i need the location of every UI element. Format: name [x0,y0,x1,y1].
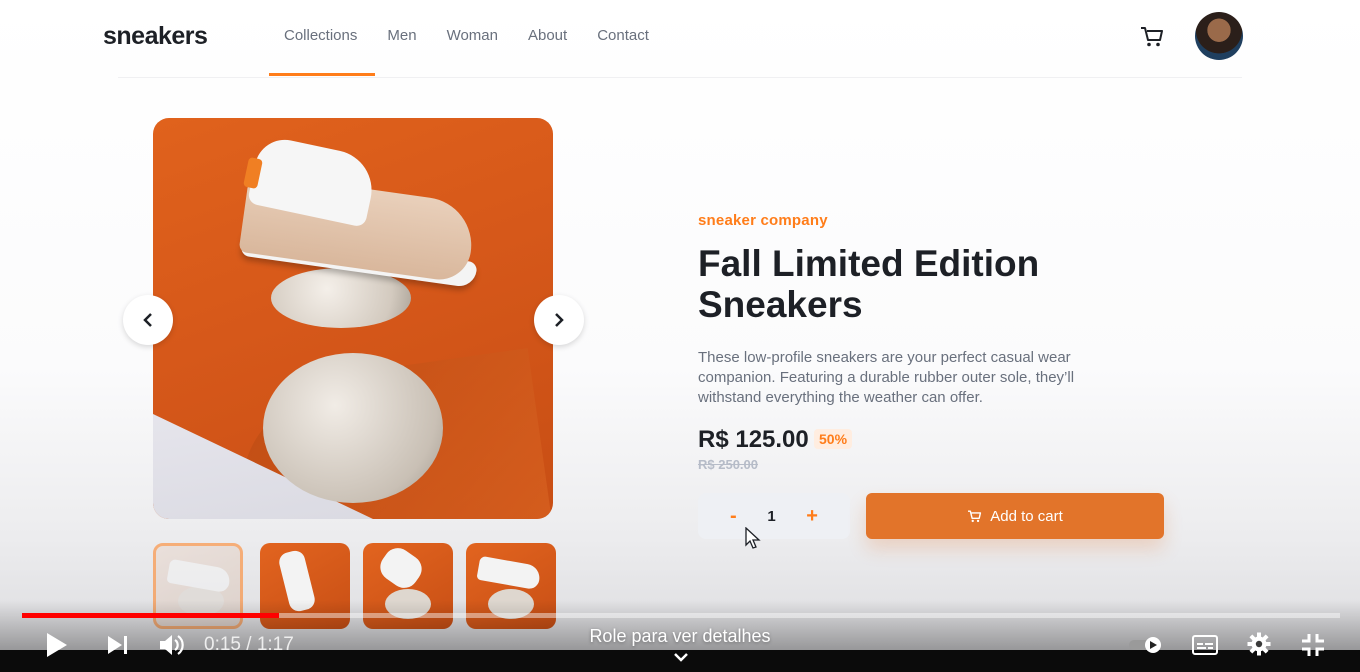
nav-collections[interactable]: Collections [284,27,357,44]
thumbnail-shoe [166,558,232,594]
cart-icon[interactable] [1140,26,1164,48]
next-video-icon[interactable] [106,634,130,656]
image-stone-large [263,353,443,503]
volume-icon[interactable] [158,632,186,658]
thumbnail-shoe [374,543,428,594]
header-divider [118,77,1242,78]
quantity-stepper: - 1 + [698,493,850,539]
next-image-button[interactable] [534,295,584,345]
chevron-down-icon[interactable] [672,650,690,664]
previous-image-button[interactable] [123,295,173,345]
mouse-cursor-icon [745,527,761,549]
autoplay-toggle-icon[interactable] [1128,636,1164,654]
add-to-cart-label: Add to cart [990,507,1063,525]
increase-quantity-button[interactable]: + [806,505,818,528]
nav-woman[interactable]: Woman [447,27,498,44]
nav-men[interactable]: Men [387,27,416,44]
active-nav-indicator [269,73,375,76]
exit-fullscreen-icon[interactable] [1300,632,1326,658]
add-to-cart-button[interactable]: Add to cart [866,493,1164,539]
subtitles-icon[interactable] [1192,634,1218,656]
chevron-left-icon [143,313,152,327]
nav-contact[interactable]: Contact [597,27,649,44]
video-progress-fill [22,613,279,618]
original-price: R$ 250.00 [698,457,758,472]
discount-badge: 50% [814,429,853,449]
settings-gear-icon[interactable] [1247,632,1271,656]
nav-about[interactable]: About [528,27,567,44]
avatar[interactable] [1195,12,1243,60]
current-price: R$ 125.00 [698,426,809,453]
play-icon[interactable] [44,630,70,660]
product-main-image[interactable] [153,118,553,519]
video-time: 0:15 / 1:17 [204,634,294,655]
cart-icon [968,509,982,522]
main-nav: Collections Men Woman About Contact [284,27,679,44]
decrease-quantity-button[interactable]: - [730,505,737,528]
company-name: sneaker company [698,212,828,229]
chevron-right-icon [555,313,564,327]
logo[interactable]: sneakers [103,22,208,51]
image-stone-small [271,268,411,328]
product-title: Fall Limited Edition Sneakers [698,243,1040,325]
video-progress-bar[interactable] [22,613,1340,618]
product-description: These low-profile sneakers are your perf… [698,349,1075,406]
thumbnail-shoe [476,555,542,591]
quantity-value: 1 [767,507,776,525]
page: sneakers Collections Men Woman About Con… [0,0,1360,672]
